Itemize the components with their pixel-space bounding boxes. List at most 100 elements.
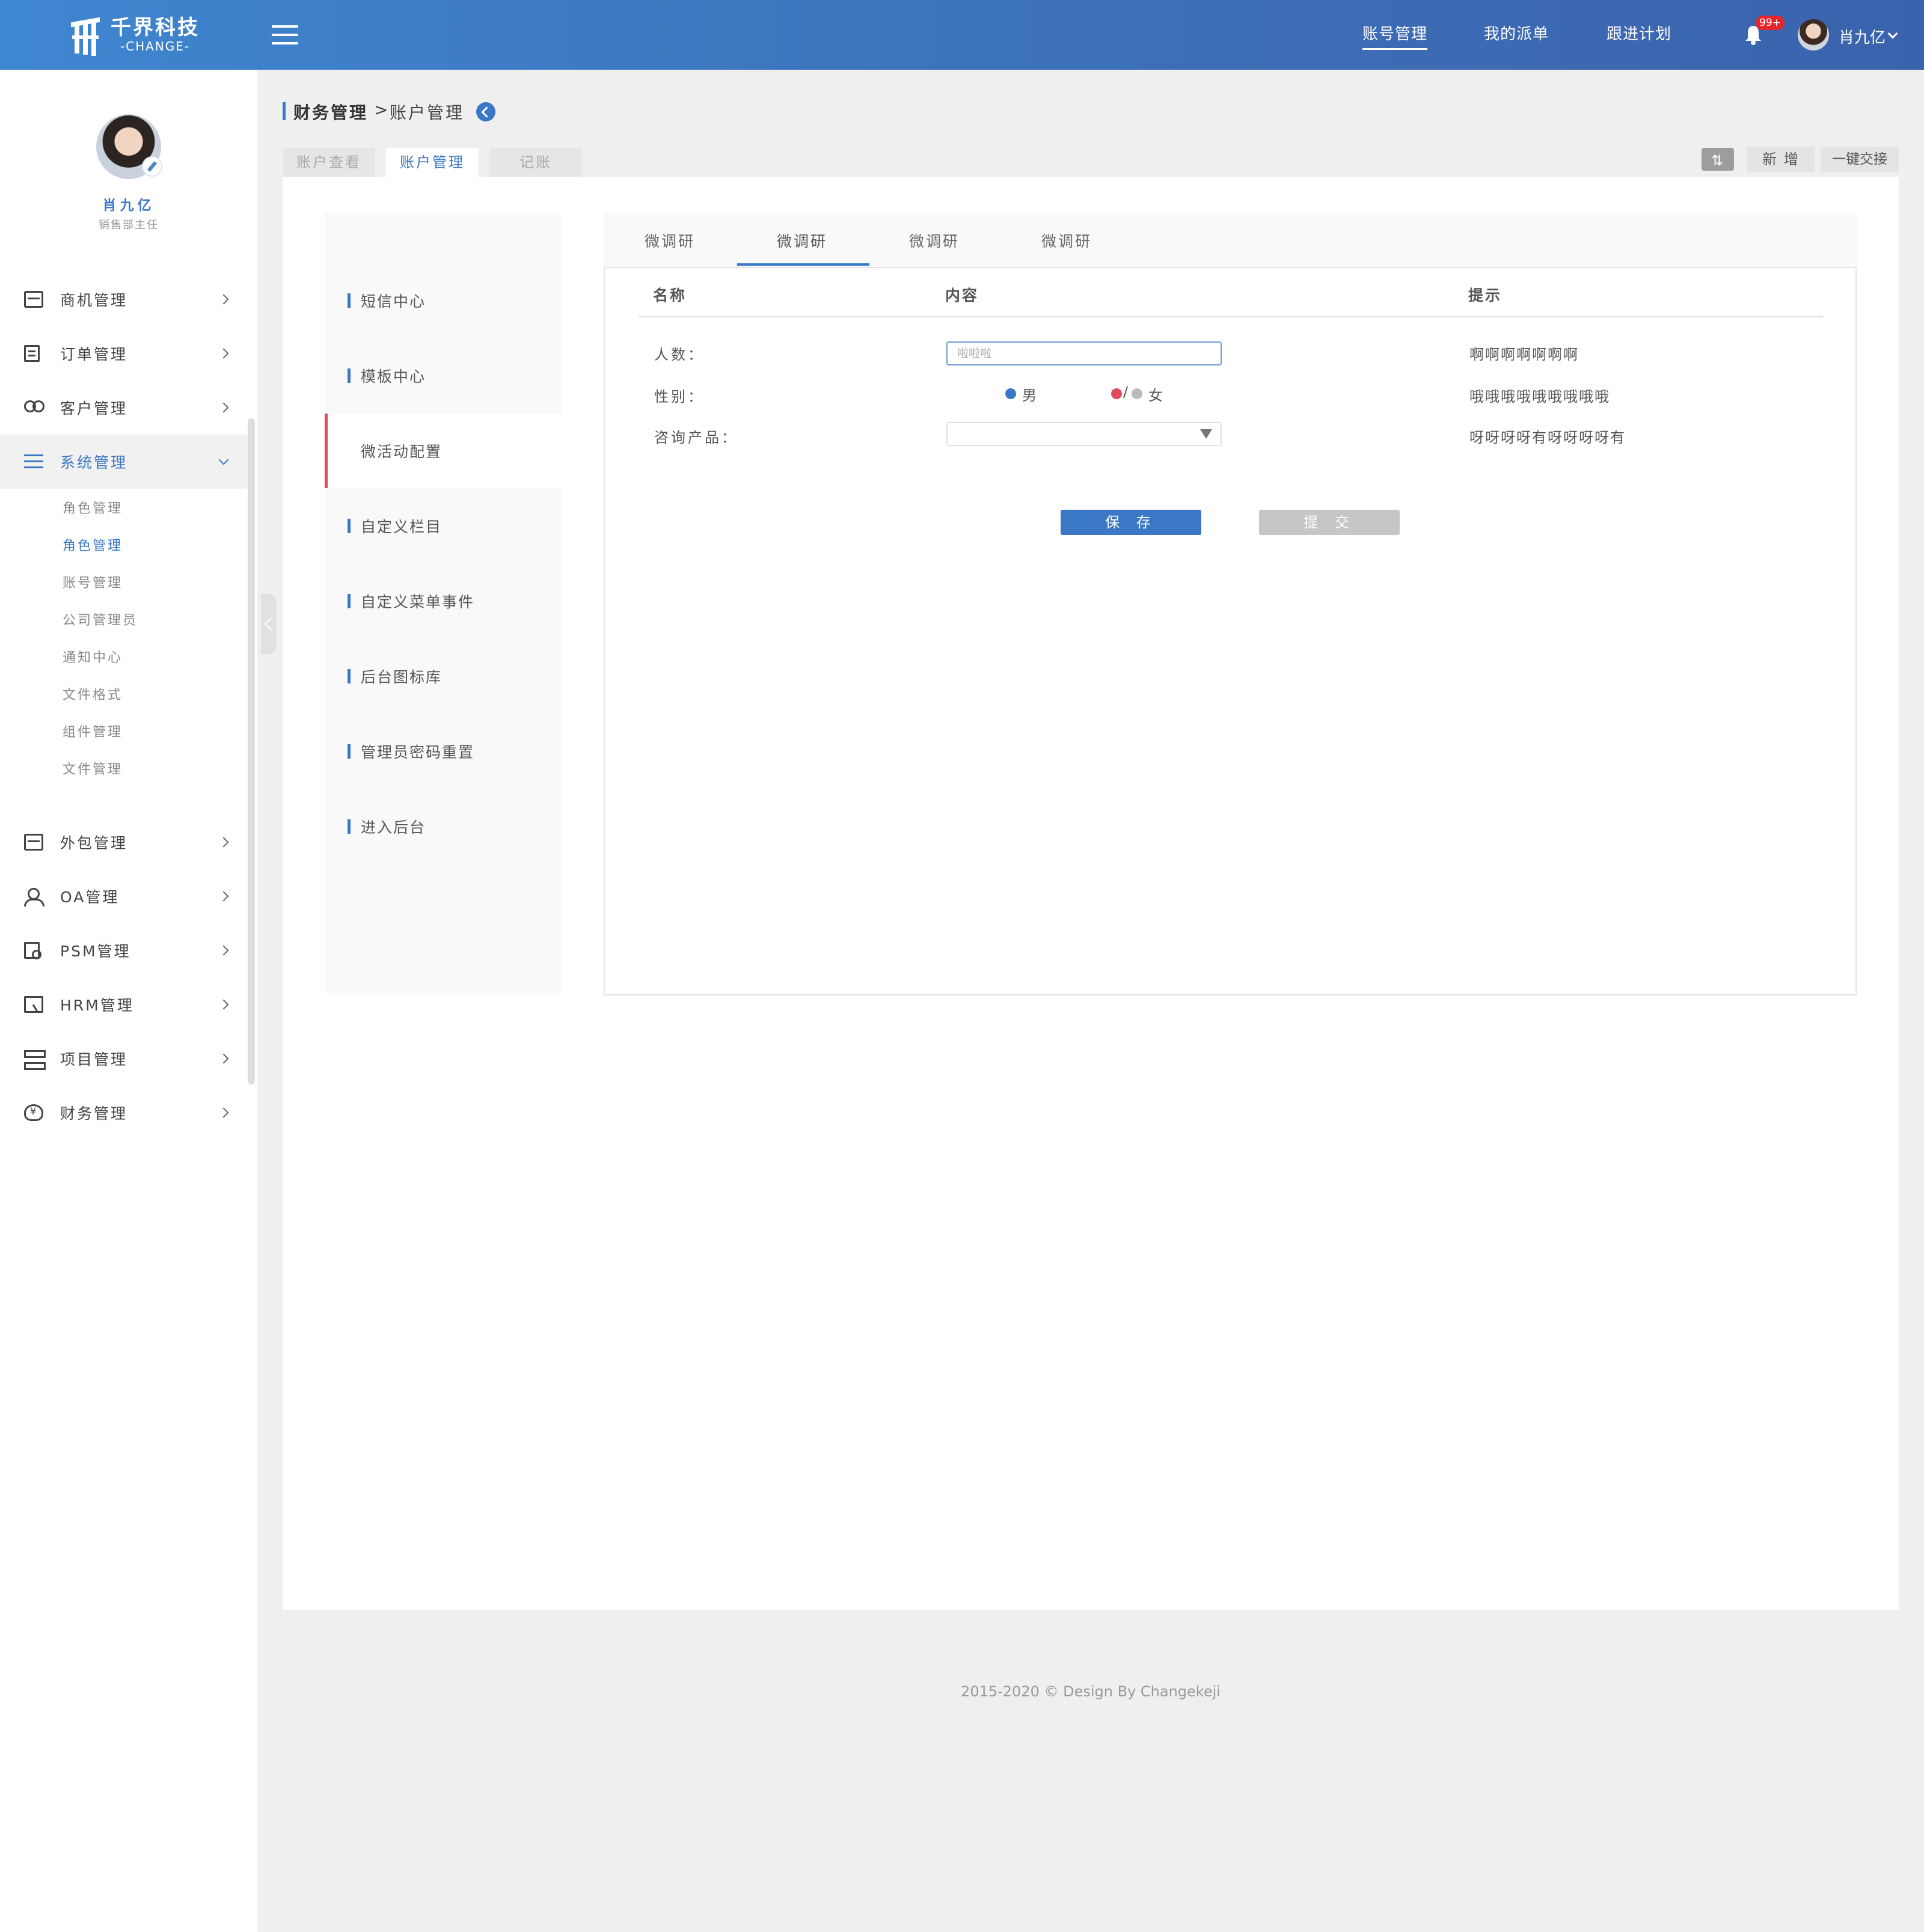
tab-bookkeeping[interactable]: 记账 (489, 148, 582, 177)
tab-account-view[interactable]: 账户查看 (283, 148, 375, 177)
menu-toggle-icon[interactable] (272, 25, 298, 44)
radio-male-label[interactable]: 男 (1022, 384, 1037, 405)
back-arrow-icon[interactable] (476, 102, 495, 121)
left-menu-marker (348, 669, 351, 683)
submenu-role-management[interactable]: 角色管理 (63, 498, 123, 517)
people-icon (24, 399, 44, 416)
refresh-icon[interactable] (1702, 148, 1734, 173)
sidebar-item-label: 客户管理 (60, 400, 128, 417)
form-box (604, 267, 1857, 995)
sidebar-item-label: HRM管理 (60, 997, 134, 1014)
left-menu-item-icon-library[interactable]: 后台图标库 (325, 639, 562, 714)
chevron-right-icon (218, 294, 229, 305)
sidebar-item-orders[interactable]: 订单管理 (0, 326, 248, 381)
breadcrumb-marker (283, 102, 286, 120)
left-menu-marker (348, 293, 351, 308)
sidebar-item-opportunity[interactable]: 商机管理 (0, 272, 248, 326)
sidebar-item-finance[interactable]: 财务管理 (0, 1086, 248, 1140)
submenu-role-management-active[interactable]: 角色管理 (63, 535, 123, 554)
left-menu-item-sms-center[interactable]: 短信中心 (325, 263, 562, 338)
submenu-file-format[interactable]: 文件格式 (63, 684, 123, 703)
submenu-notice-center[interactable]: 通知中心 (63, 647, 123, 666)
top-avatar[interactable] (1798, 19, 1829, 50)
chevron-down-icon[interactable] (1887, 28, 1898, 39)
breadcrumb-section[interactable]: 财务管理 (293, 100, 368, 124)
handover-button[interactable]: 一键交接 (1821, 147, 1899, 172)
topnav-my-dispatch[interactable]: 我的派单 (1484, 22, 1549, 44)
sub-tab-survey-3[interactable]: 微调研 (909, 230, 960, 251)
sub-tab-survey-2[interactable]: 微调研 (777, 230, 827, 251)
sidebar-item-label: 项目管理 (60, 1051, 128, 1068)
left-menu-active-marker (325, 414, 328, 488)
sidebar-item-label: OA管理 (60, 888, 120, 906)
chevron-right-icon (218, 891, 229, 902)
submenu-company-admin[interactable]: 公司管理员 (63, 610, 138, 629)
left-menu-item-custom-column[interactable]: 自定义栏目 (325, 489, 562, 563)
cursor-window-icon (24, 996, 43, 1013)
sidebar-collapse-handle[interactable] (261, 594, 277, 654)
header-divider (639, 316, 1823, 317)
count-input[interactable] (946, 341, 1222, 365)
left-menu-item-enter-backend[interactable]: 进入后台 (325, 789, 562, 864)
sidebar-item-label: 商机管理 (60, 292, 128, 309)
header-content: 内容 (945, 287, 979, 304)
notification-badge: 99+ (1756, 16, 1785, 30)
chevron-down-icon (218, 454, 229, 465)
save-button[interactable]: 保 存 (1061, 510, 1201, 535)
sub-tab-survey-1[interactable]: 微调研 (645, 230, 695, 251)
sidebar-item-label: 财务管理 (60, 1105, 128, 1122)
header-tip: 提示 (1468, 287, 1503, 304)
left-menu-marker (348, 744, 351, 759)
sidebar-scrollbar[interactable] (248, 418, 255, 1084)
topnav-account-management[interactable]: 账号管理 (1362, 22, 1428, 50)
submenu-component-management[interactable]: 组件管理 (63, 721, 123, 741)
topnav-follow-plan[interactable]: 跟进计划 (1607, 22, 1671, 44)
sidebar-item-label: 外包管理 (60, 834, 128, 852)
add-button[interactable]: 新 增 (1747, 147, 1815, 172)
stack-icon (24, 1050, 46, 1070)
top-username[interactable]: 肖九亿 (1839, 25, 1886, 47)
caret-down-icon[interactable] (1200, 429, 1212, 439)
edit-avatar-icon[interactable] (142, 156, 162, 177)
sidebar-item-hrm[interactable]: HRM管理 (0, 977, 248, 1032)
radio-female-label[interactable]: 女 (1148, 384, 1163, 405)
left-menu-label: 管理员密码重置 (361, 744, 475, 761)
user-role: 销售部主任 (99, 219, 159, 231)
sidebar-item-system[interactable]: 系统管理 (0, 435, 248, 489)
row-tip-count: 啊啊啊啊啊啊啊 (1469, 346, 1579, 363)
radio-female-marker[interactable] (1111, 388, 1122, 399)
radio-separator: / (1123, 384, 1129, 400)
tab-account-management[interactable]: 账户管理 (386, 148, 479, 177)
sidebar-item-psm[interactable]: PSM管理 (0, 923, 248, 977)
chevron-right-icon (218, 945, 229, 956)
sidebar-item-projects[interactable]: 项目管理 (0, 1032, 248, 1086)
footer-copyright: 2015-2020 © Design By Changekeji (961, 1683, 1221, 1700)
row-tip-product: 呀呀呀呀有呀呀呀呀有 (1469, 429, 1626, 446)
sidebar-item-customers[interactable]: 客户管理 (0, 381, 248, 435)
chevron-right-icon (218, 402, 229, 413)
sub-tab-survey-4[interactable]: 微调研 (1041, 230, 1092, 251)
left-menu-marker (348, 519, 351, 533)
row-label-gender: 性别： (654, 388, 705, 405)
left-menu-label: 模板中心 (361, 368, 426, 385)
chevron-right-icon (218, 1107, 229, 1118)
logo-building-icon (71, 14, 105, 56)
sidebar-item-outsourcing[interactable]: 外包管理 (0, 815, 248, 869)
left-menu-item-micro-activity[interactable]: 微活动配置 (325, 414, 562, 488)
left-menu-label: 自定义菜单事件 (361, 593, 475, 611)
brand-logo[interactable]: 千界科技 -CHANGE- (71, 13, 200, 57)
product-select[interactable] (946, 422, 1222, 446)
row-tip-gender: 哦哦哦哦哦哦哦哦哦 (1469, 388, 1610, 405)
sub-tab-active-indicator (737, 263, 869, 266)
submit-button[interactable]: 提 交 (1259, 510, 1400, 535)
left-menu-item-custom-menu-event[interactable]: 自定义菜单事件 (325, 564, 562, 638)
left-menu-item-template-center[interactable]: 模板中心 (325, 338, 562, 413)
radio-female[interactable] (1132, 388, 1142, 399)
radio-male[interactable] (1005, 388, 1016, 399)
left-menu-marker (348, 594, 351, 608)
sidebar-item-oa[interactable]: OA管理 (0, 869, 248, 923)
document-search-icon (24, 942, 41, 959)
submenu-file-management[interactable]: 文件管理 (63, 759, 123, 778)
left-menu-item-admin-password-reset[interactable]: 管理员密码重置 (325, 714, 562, 789)
submenu-account-management[interactable]: 账号管理 (63, 572, 123, 592)
